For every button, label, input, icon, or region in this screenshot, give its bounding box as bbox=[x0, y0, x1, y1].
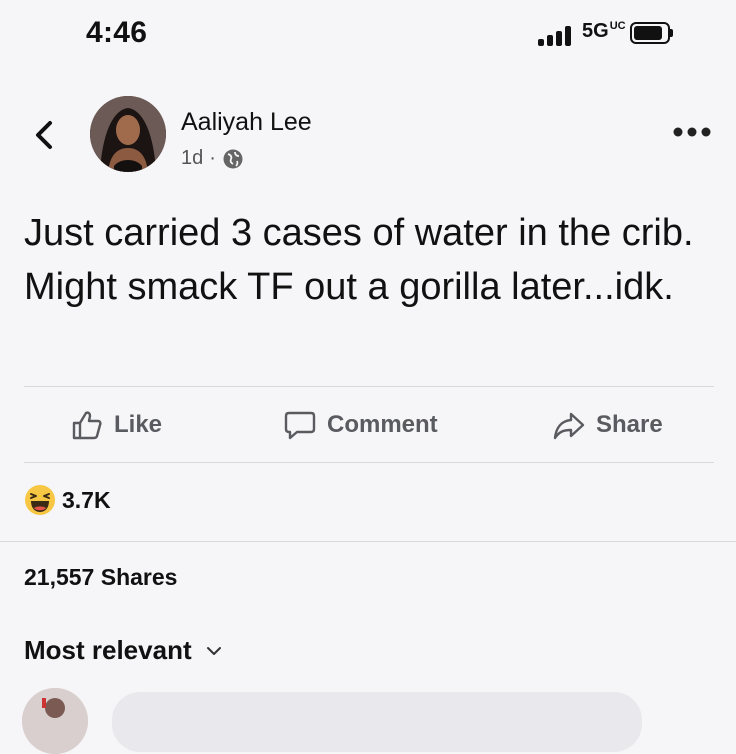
reaction-count: 3.7K bbox=[62, 486, 111, 513]
comment-sort-dropdown[interactable]: Most relevant bbox=[24, 635, 222, 666]
laughing-emoji-icon bbox=[25, 485, 55, 515]
comment-bubble[interactable] bbox=[112, 692, 642, 752]
author-name[interactable]: Aaliyah Lee bbox=[181, 108, 312, 137]
network-indicator: 5GUC bbox=[582, 20, 626, 43]
sort-label: Most relevant bbox=[24, 635, 192, 665]
reactions-summary[interactable]: 3.7K bbox=[24, 484, 111, 516]
back-icon[interactable] bbox=[30, 118, 60, 152]
divider bbox=[0, 541, 736, 542]
share-arrow-icon bbox=[553, 412, 585, 440]
thumbs-up-icon bbox=[72, 411, 102, 440]
post-text: Just carried 3 cases of water in the cri… bbox=[24, 212, 694, 308]
like-button[interactable]: Like bbox=[70, 405, 162, 445]
divider bbox=[24, 386, 714, 387]
commenter-avatar[interactable] bbox=[22, 688, 88, 754]
signal-icon bbox=[538, 26, 574, 46]
globe-icon bbox=[223, 149, 243, 168]
post-age[interactable]: 1d bbox=[181, 147, 203, 170]
divider bbox=[24, 462, 714, 463]
share-button[interactable]: Share bbox=[552, 405, 663, 445]
avatar[interactable] bbox=[90, 96, 166, 172]
chevron-down-icon bbox=[206, 646, 221, 655]
comment-button[interactable]: Comment bbox=[283, 405, 438, 445]
status-time: 4:46 bbox=[86, 16, 148, 49]
shares-count[interactable]: 21,557 Shares bbox=[24, 564, 177, 591]
network-label: 5G bbox=[582, 20, 609, 42]
like-label: Like bbox=[114, 411, 163, 438]
network-sub-label: UC bbox=[609, 20, 626, 33]
comment-bubble-icon bbox=[284, 411, 316, 440]
meta-separator: · bbox=[209, 147, 216, 169]
comment-label: Comment bbox=[327, 411, 438, 438]
battery-icon bbox=[630, 22, 674, 44]
post-meta: 1d · bbox=[181, 147, 244, 170]
more-options-icon[interactable] bbox=[672, 126, 712, 138]
share-label: Share bbox=[596, 411, 663, 438]
